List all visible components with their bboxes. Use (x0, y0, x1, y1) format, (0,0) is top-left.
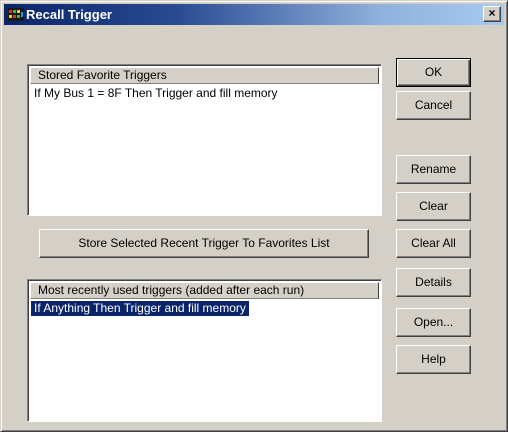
cancel-button[interactable]: Cancel (396, 91, 471, 120)
favorites-list-header[interactable]: Stored Favorite Triggers (30, 67, 379, 84)
favorites-list[interactable]: Stored Favorite Triggers If My Bus 1 = 8… (27, 64, 382, 216)
details-button[interactable]: Details (396, 268, 471, 297)
rename-button[interactable]: Rename (396, 155, 471, 184)
help-button[interactable]: Help (396, 345, 471, 374)
recent-list-header[interactable]: Most recently used triggers (added after… (30, 282, 379, 299)
store-to-favorites-button[interactable]: Store Selected Recent Trigger To Favorit… (39, 229, 369, 258)
window-title: Recall Trigger (26, 7, 112, 22)
open-button[interactable]: Open... (396, 308, 471, 337)
close-button[interactable]: × (483, 6, 501, 22)
recall-trigger-dialog: Recall Trigger × Stored Favorite Trigger… (0, 0, 508, 432)
close-icon: × (488, 6, 496, 20)
favorite-trigger-item[interactable]: If My Bus 1 = 8F Then Trigger and fill m… (31, 86, 281, 101)
clear-button[interactable]: Clear (396, 192, 471, 221)
recent-trigger-item[interactable]: If Anything Then Trigger and fill memory (31, 301, 249, 316)
ok-button[interactable]: OK (396, 58, 471, 87)
recent-triggers-list[interactable]: Most recently used triggers (added after… (27, 279, 382, 422)
clear-all-button[interactable]: Clear All (396, 229, 471, 258)
title-bar[interactable]: Recall Trigger × (4, 4, 504, 25)
app-icon (8, 8, 24, 21)
